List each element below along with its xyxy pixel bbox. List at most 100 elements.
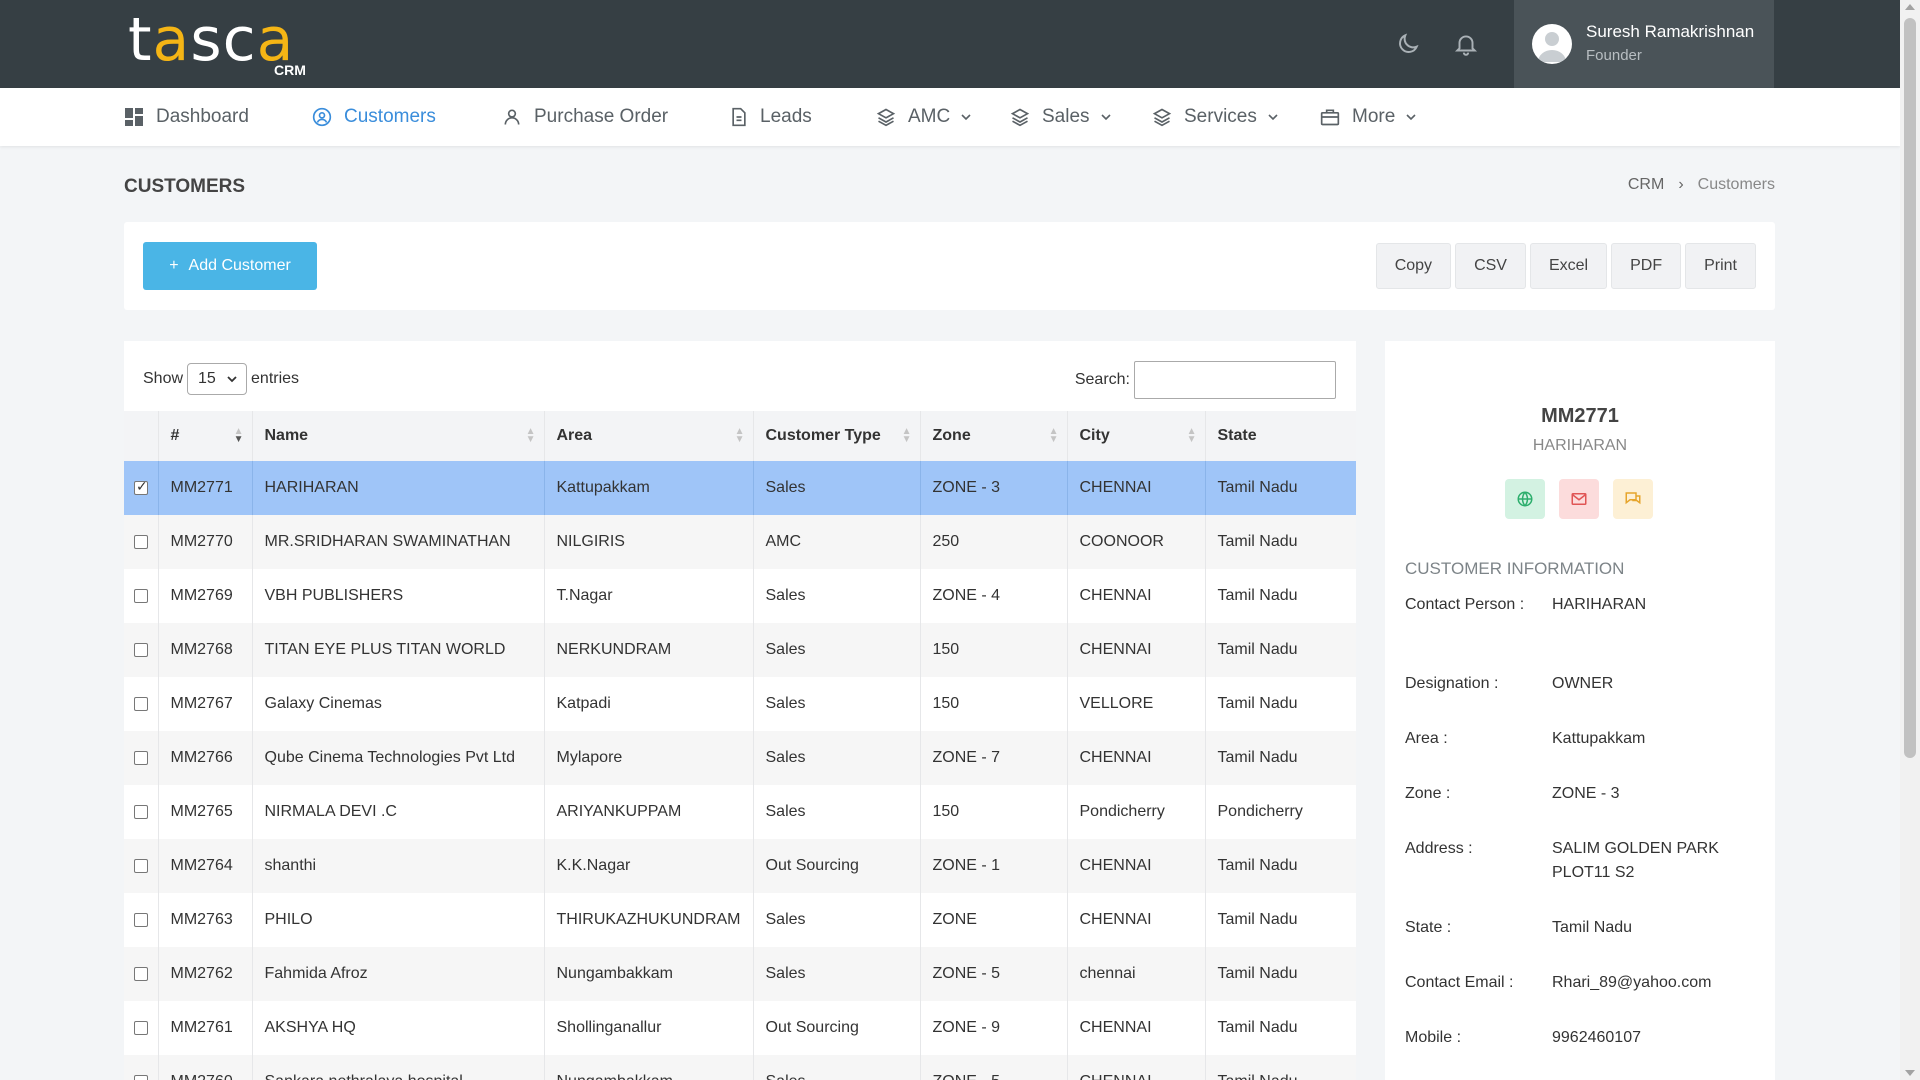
sort-desc-icon: ▲ ▼: [233, 426, 244, 445]
add-customer-button[interactable]: + Add Customer: [143, 242, 317, 290]
cell-zone: 150: [920, 677, 1068, 731]
row-checkbox[interactable]: [134, 696, 148, 711]
column-id[interactable]: # ▲ ▼: [158, 411, 253, 461]
layers-icon: [1010, 108, 1030, 127]
page-scrollbar[interactable]: [1900, 0, 1920, 1080]
cell-name: HARIHARAN: [252, 461, 545, 515]
cell-select: [124, 839, 159, 893]
column-zone[interactable]: Zone ▲ ▼: [920, 411, 1068, 461]
column-label: #: [170, 427, 180, 444]
cell-select: [124, 1001, 159, 1055]
column-name[interactable]: Name ▲ ▼: [252, 411, 545, 461]
nav-dashboard[interactable]: Dashboard: [124, 88, 249, 146]
sort-icon: ▲ ▼: [901, 426, 912, 445]
row-checkbox[interactable]: [134, 588, 148, 603]
moon-icon[interactable]: [1392, 28, 1424, 60]
chevron-down-icon: [1268, 114, 1278, 121]
print-button[interactable]: Print: [1685, 243, 1756, 289]
row-checkbox[interactable]: [134, 912, 148, 927]
cell-id: MM2768: [158, 623, 253, 677]
row-checkbox[interactable]: [134, 804, 148, 819]
detail-value: Kattupakkam: [1552, 730, 1646, 747]
table-row[interactable]: MM2766 Qube Cinema Technologies Pvt Ltd My…: [124, 731, 1356, 785]
user-icon: [504, 109, 520, 125]
cell-state: Tamil Nadu: [1205, 515, 1356, 569]
nav-customers[interactable]: Customers: [312, 88, 436, 146]
sort-icon: ▲ ▼: [1048, 426, 1059, 445]
row-checkbox[interactable]: [134, 966, 148, 981]
copy-button[interactable]: Copy: [1375, 243, 1452, 289]
scrollbar-thumb[interactable]: [1904, 18, 1916, 758]
table-row[interactable]: MM2762 Fahmida Afroz Nungambakkam Sales ZONE…: [124, 947, 1356, 1001]
table-row[interactable]: MM2769 VBH PUBLISHERS T.Nagar Sales ZONE - 4…: [124, 569, 1356, 623]
detail-label: Area :: [1405, 730, 1448, 747]
nav-services[interactable]: Services: [1152, 88, 1279, 146]
cell-city: CHENNAI: [1067, 1055, 1206, 1080]
table-header-row: # ▲ ▼ Name ▲ ▼ Area ▲ ▼ Customer Type ▲ ▼ Zone ▲ ▼…: [124, 411, 1356, 461]
cell-state: Tamil Nadu: [1205, 731, 1356, 785]
detail-value: OWNER: [1552, 675, 1614, 692]
table-row[interactable]: MM2765 NIRMALA DEVI .C ARIYANKUPPAM Sales 15…: [124, 785, 1356, 839]
customers-table-card: Show 15 entries Search: # ▲ ▼ Name ▲ ▼ Area ▲…: [124, 341, 1356, 1080]
nav-more[interactable]: More: [1320, 88, 1417, 146]
row-checkbox[interactable]: [134, 478, 148, 495]
row-checkbox[interactable]: [134, 642, 148, 657]
globe-icon[interactable]: [1505, 479, 1545, 519]
table-row[interactable]: MM2771HARIHARANKattupakkamSalesZONE - 3C…: [124, 461, 1356, 515]
entries-select[interactable]: 15: [187, 363, 248, 395]
nav-label: Services: [1184, 106, 1257, 127]
row-checkbox[interactable]: [134, 1074, 148, 1080]
row-checkbox[interactable]: [134, 750, 148, 765]
show-entries: Show 15 entries: [143, 363, 299, 395]
scroll-down-icon[interactable]: [1905, 1070, 1915, 1076]
cell-name: TITAN EYE PLUS TITAN WORLD: [252, 623, 545, 677]
layers-icon: [876, 108, 896, 127]
cell-city: CHENNAI: [1067, 893, 1206, 947]
table-row[interactable]: MM2763 PHILO THIRUKAZHUKUNDRAM Sales ZONE CHE…: [124, 893, 1356, 947]
user-menu[interactable]: Suresh Ramakrishnan Founder: [1514, 0, 1774, 88]
table-row[interactable]: MM2760Sankara nethralaya hospitalNungamb…: [124, 1055, 1356, 1080]
detail-value: Tamil Nadu: [1552, 919, 1633, 936]
column-area[interactable]: Area ▲ ▼: [544, 411, 754, 461]
table-row[interactable]: MM2768 TITAN EYE PLUS TITAN WORLD NERKUNDR…: [124, 623, 1356, 677]
mail-icon[interactable]: [1559, 479, 1599, 519]
nav-sales[interactable]: Sales: [1010, 88, 1112, 146]
search-input[interactable]: [1134, 361, 1336, 399]
cell-id: MM2771: [158, 461, 253, 515]
pdf-button[interactable]: PDF: [1611, 243, 1682, 289]
column-label: State: [1217, 427, 1257, 444]
excel-button[interactable]: Excel: [1529, 243, 1608, 289]
chat-icon[interactable]: [1613, 479, 1653, 519]
column-city[interactable]: City ▲ ▼: [1067, 411, 1206, 461]
nav-leads[interactable]: Leads: [730, 88, 812, 146]
sort-icon: ▲ ▼: [525, 426, 536, 445]
sort-icon: ▲ ▼: [734, 426, 745, 445]
scroll-up-icon[interactable]: [1905, 4, 1915, 10]
cell-select: [124, 785, 159, 839]
cell-area: NERKUNDRAM: [544, 623, 754, 677]
cell-city: CHENNAI: [1067, 569, 1206, 623]
detail-label: State :: [1405, 919, 1452, 936]
row-checkbox[interactable]: [134, 534, 148, 549]
table-row[interactable]: MM2770 MR.SRIDHARAN SWAMINATHAN NILGIRIS AM…: [124, 515, 1356, 569]
row-checkbox[interactable]: [134, 858, 148, 873]
cell-zone: ZONE - 3: [920, 461, 1068, 515]
csv-button[interactable]: CSV: [1455, 243, 1526, 289]
breadcrumb-crm[interactable]: CRM: [1628, 176, 1664, 194]
bell-icon[interactable]: [1450, 28, 1482, 60]
table-row[interactable]: MM2761 AKSHYA HQ Shollinganallur Out Sourci…: [124, 1001, 1356, 1055]
customers-table: # ▲ ▼ Name ▲ ▼ Area ▲ ▼ Customer Type ▲ ▼ Zone ▲ ▼…: [124, 411, 1356, 1080]
table-row[interactable]: MM2764 shanthi K.K.Nagar Out Sourcing ZONE -…: [124, 839, 1356, 893]
nav-amc[interactable]: AMC: [876, 88, 972, 146]
cell-area: THIRUKAZHUKUNDRAM: [544, 893, 754, 947]
cell-select: [124, 1055, 159, 1080]
cell-zone: ZONE - 1: [920, 839, 1068, 893]
column-customer-type[interactable]: Customer Type ▲ ▼: [753, 411, 921, 461]
app-logo[interactable]: tasca CRM: [128, 10, 306, 80]
nav-purchase-order[interactable]: Purchase Order: [502, 88, 668, 146]
column-state[interactable]: State: [1205, 411, 1356, 461]
detail-label: Zone :: [1405, 785, 1451, 802]
table-row[interactable]: MM2767 Galaxy Cinemas Katpadi Sales 150 VELLO…: [124, 677, 1356, 731]
cell-customer-type: Sales: [753, 569, 921, 623]
row-checkbox[interactable]: [134, 1020, 148, 1035]
